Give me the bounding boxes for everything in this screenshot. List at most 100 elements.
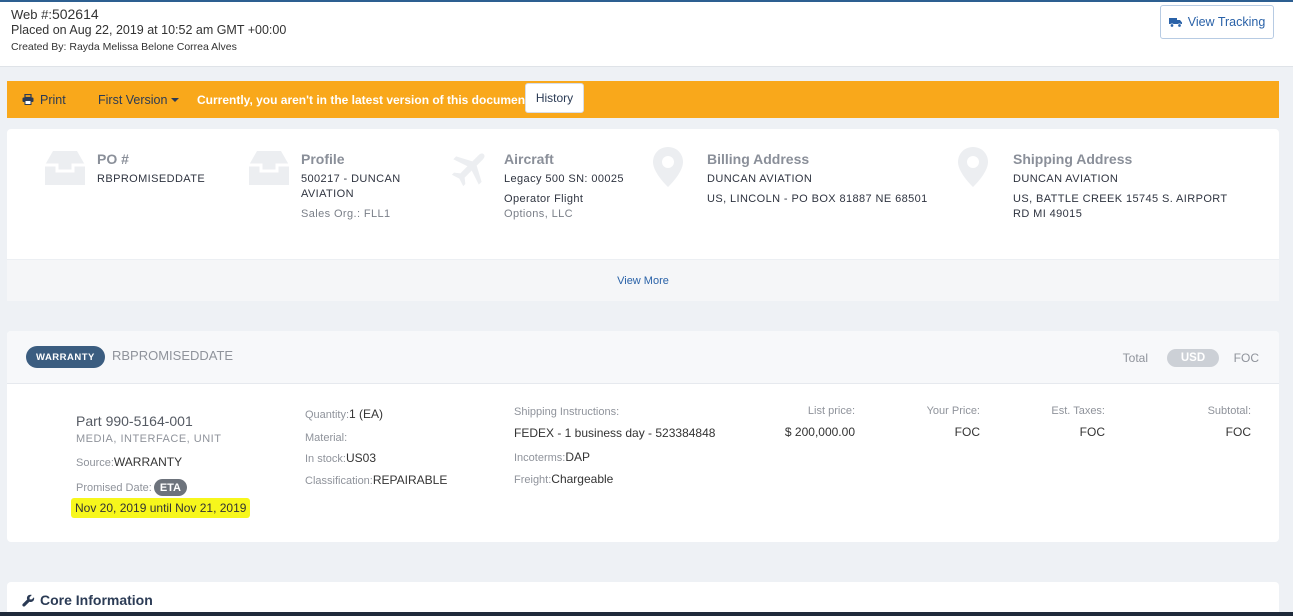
freight-label: Freight:: [514, 474, 552, 486]
your-price-value: FOC: [954, 425, 980, 439]
classification-label: Classification:: [305, 475, 373, 487]
shipping-title: Shipping Address: [1013, 151, 1133, 167]
profile-line-2: AVIATION: [301, 188, 354, 200]
part-description: MEDIA, INTERFACE, UNIT: [76, 433, 222, 445]
view-more-link[interactable]: View More: [617, 275, 669, 287]
total-label: Total: [1122, 351, 1148, 365]
incoterms-label: Incoterms:: [514, 452, 566, 464]
est-taxes-label: Est. Taxes:: [1051, 405, 1105, 417]
aircraft-operator-1: Operator Flight: [504, 193, 584, 205]
billing-title: Billing Address: [707, 151, 810, 167]
aircraft-operator-2: Options, LLC: [504, 208, 574, 220]
sales-org: Sales Org.: FLL1: [301, 208, 391, 220]
shipping-address-2: RD MI 49015: [1013, 208, 1083, 220]
first-version-label: First Version: [98, 92, 168, 107]
placed-date: Placed on Aug 22, 2019 at 10:52 am GMT +…: [11, 23, 287, 37]
created-by: Created By: Rayda Melissa Belone Correa …: [11, 41, 237, 53]
est-taxes-column: Est. Taxes: FOC: [1051, 405, 1105, 439]
billing-address: US, LINCOLN - PO BOX 81887 NE 68501: [707, 193, 928, 205]
billing-name: DUNCAN AVIATION: [707, 173, 813, 185]
core-information-title: Core Information: [40, 592, 153, 608]
view-more-strip: View More: [7, 259, 1279, 301]
aircraft-title: Aircraft: [504, 151, 554, 167]
incoterms-row: Incoterms:DAP: [514, 448, 590, 466]
line-item-card: WARRANTY RBPROMISEDDATE Total USD FOC Pa…: [7, 331, 1279, 542]
list-price-value: $ 200,000.00: [784, 425, 855, 439]
po-value: RBPROMISEDDATE: [97, 173, 206, 185]
warranty-badge: WARRANTY: [26, 346, 105, 368]
shipping-instructions-label: Shipping Instructions:: [514, 406, 620, 418]
shipping-name: DUNCAN AVIATION: [1013, 173, 1119, 185]
po-column: PO # RBPROMISEDDATE: [97, 151, 205, 187]
plane-icon: [451, 153, 485, 187]
instock-value: US03: [345, 451, 376, 465]
source-row: Source:WARRANTY: [76, 453, 182, 471]
aircraft-column: Aircraft Legacy 500 SN: 00025 Operator F…: [504, 151, 624, 222]
inbox-icon: [249, 151, 289, 185]
subtotal-column: Subtotal: FOC: [1208, 405, 1251, 439]
shipping-address-1: US, BATTLE CREEK 15745 S. AIRPORT: [1013, 193, 1228, 205]
est-taxes-value: FOC: [1079, 425, 1105, 439]
aircraft-model: Legacy 500 SN: 00025: [504, 173, 624, 185]
web-order-number: Web #:502614: [11, 6, 99, 22]
list-price-label: List price:: [807, 405, 855, 417]
profile-line-1: 500217 - DUNCAN: [301, 173, 401, 185]
version-bar: Print First Version Currently, you aren'…: [7, 81, 1279, 118]
your-price-column: Your Price: FOC: [927, 405, 980, 439]
core-information-header[interactable]: Core Information: [22, 592, 153, 608]
inbox-icon: [45, 151, 85, 185]
view-tracking-label: View Tracking: [1187, 15, 1266, 29]
caret-down-icon: [171, 97, 180, 102]
billing-column: Billing Address DUNCAN AVIATION US, LINC…: [707, 151, 928, 207]
freight-value: Chargeable: [551, 472, 614, 486]
material-row: Material:: [305, 428, 347, 446]
part-number: Part 990-5164-001: [76, 413, 193, 429]
view-tracking-button[interactable]: View Tracking: [1160, 5, 1274, 39]
map-marker-icon: [958, 147, 988, 187]
print-icon: [22, 94, 34, 105]
quantity-value: 1 (EA): [349, 407, 384, 421]
wrench-icon: [22, 594, 35, 607]
version-message: Currently, you aren't in the latest vers…: [197, 92, 533, 107]
instock-row: In stock:US03: [305, 449, 376, 467]
quantity-label: Quantity:: [305, 409, 350, 421]
profile-column: Profile 500217 - DUNCAN AVIATION Sales O…: [301, 151, 401, 222]
print-label: Print: [40, 92, 66, 107]
promised-date-label: Promised Date:: [76, 481, 152, 494]
material-label: Material:: [305, 432, 348, 444]
freight-row: Freight:Chargeable: [514, 470, 613, 488]
po-title: PO #: [97, 151, 129, 167]
core-information-card: Core Information: [7, 582, 1279, 616]
eta-badge: ETA: [153, 479, 187, 496]
order-info-card: PO # RBPROMISEDDATE Profile 500217 - DUN…: [7, 129, 1279, 301]
subtotal-label: Subtotal:: [1207, 405, 1251, 417]
line-item-header: WARRANTY RBPROMISEDDATE Total USD FOC: [7, 331, 1279, 384]
source-value: WARRANTY: [113, 455, 183, 469]
classification-value: REPAIRABLE: [372, 473, 448, 487]
web-number-label: Web #:: [11, 7, 52, 22]
list-price-column: List price: $ 200,000.00: [785, 405, 855, 439]
print-button[interactable]: Print: [22, 81, 66, 118]
source-label: Source:: [76, 457, 114, 469]
currency-badge: USD: [1167, 349, 1219, 367]
truck-icon: [1168, 18, 1182, 28]
incoterms-value: DAP: [565, 450, 591, 464]
eta-date-range: Nov 20, 2019 until Nov 21, 2019: [71, 498, 251, 518]
total-value: FOC: [1233, 351, 1259, 365]
quantity-row: Quantity:1 (EA): [305, 405, 383, 423]
history-button[interactable]: History: [525, 83, 584, 113]
shipping-column: Shipping Address DUNCAN AVIATION US, BAT…: [1013, 151, 1228, 222]
subtotal-value: FOC: [1225, 425, 1251, 439]
map-marker-icon: [653, 147, 683, 187]
shipping-instructions-value: FEDEX - 1 business day - 523384848: [514, 426, 716, 440]
classification-row: Classification:REPAIRABLE: [305, 471, 447, 489]
window-bottom-edge: [0, 612, 1293, 616]
order-header: Web #:502614 Placed on Aug 22, 2019 at 1…: [0, 0, 1293, 67]
promised-date-row: Promised Date: ETA: [76, 479, 187, 496]
web-number-value: 502614: [51, 6, 99, 22]
your-price-label: Your Price:: [926, 405, 980, 417]
instock-label: In stock:: [305, 453, 346, 465]
profile-title: Profile: [301, 151, 345, 167]
first-version-dropdown[interactable]: First Version: [98, 81, 180, 118]
line-item-title: RBPROMISEDDATE: [112, 348, 234, 363]
